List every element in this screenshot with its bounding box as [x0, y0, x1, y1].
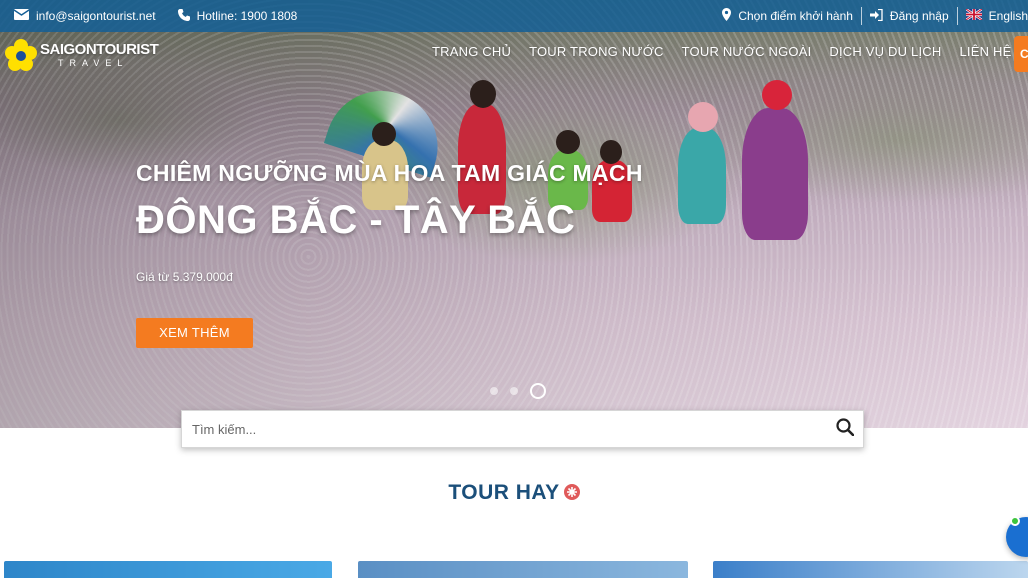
- search-icon: [836, 417, 855, 441]
- search-box: [181, 410, 864, 448]
- nav-item-domestic-tours[interactable]: TOUR TRONG NƯỚC: [529, 44, 664, 59]
- contact-info: info@saigontourist.net Hotline: 1900 180…: [13, 0, 298, 32]
- nav-extra-button[interactable]: C: [1014, 36, 1028, 72]
- section-heading: TOUR HAY: [0, 481, 1028, 505]
- departure-selector[interactable]: Chọn điểm khởi hành: [722, 8, 853, 24]
- child-figure: [742, 80, 808, 240]
- slider-dot-1[interactable]: [490, 387, 498, 395]
- site-logo[interactable]: SAIGONTOURIST TRAVEL: [4, 36, 159, 74]
- slide-title: ĐÔNG BẮC - TÂY BẮC: [136, 198, 576, 242]
- search-input[interactable]: [182, 411, 827, 447]
- uk-flag-icon: [964, 8, 983, 23]
- hotline-link[interactable]: Hotline: 1900 1808: [177, 8, 298, 24]
- nav-item-contact[interactable]: LIÊN HỆ: [959, 44, 1011, 59]
- slide-subtitle: CHIÊM NGƯỠNG MÙA HOA TAM GIÁC MẠCH: [136, 160, 643, 186]
- slider-dot-2[interactable]: [510, 387, 518, 395]
- sign-in-icon: [869, 8, 883, 24]
- login-link[interactable]: Đăng nhập: [869, 8, 949, 24]
- login-text: Đăng nhập: [889, 9, 949, 23]
- envelope-icon: [13, 9, 30, 23]
- divider: [956, 7, 958, 25]
- top-bar: info@saigontourist.net Hotline: 1900 180…: [0, 0, 1028, 32]
- nav-item-travel-services[interactable]: DỊCH VỤ DU LỊCH: [829, 44, 941, 59]
- slider-pagination: [490, 383, 546, 399]
- map-marker-icon: [722, 8, 732, 24]
- online-status-icon: [1010, 516, 1020, 526]
- tour-card-2[interactable]: [358, 561, 688, 578]
- divider: [860, 7, 862, 25]
- email-text: info@saigontourist.net: [36, 9, 156, 23]
- logo-brand: SAIGONTOURIST: [40, 41, 159, 58]
- slider-dot-3-active[interactable]: [530, 383, 546, 399]
- chat-button[interactable]: [1006, 516, 1028, 557]
- tour-card-3[interactable]: [713, 561, 1028, 578]
- section-badge-icon: [563, 484, 580, 500]
- child-figure: [678, 102, 726, 224]
- hotline-text: Hotline: 1900 1808: [196, 9, 298, 23]
- language-text: English: [988, 9, 1028, 23]
- logo-text: SAIGONTOURIST TRAVEL: [40, 41, 159, 68]
- main-nav: TRANG CHỦ TOUR TRONG NƯỚC TOUR NƯỚC NGOÀ…: [432, 44, 1011, 59]
- nav-item-international-tours[interactable]: TOUR NƯỚC NGOÀI: [682, 44, 812, 59]
- top-bar-actions: Chọn điểm khởi hành Đăng nhập English: [722, 0, 1028, 32]
- logo-sub: TRAVEL: [58, 58, 129, 68]
- nav-item-home[interactable]: TRANG CHỦ: [432, 44, 511, 59]
- section-title: TOUR HAY: [448, 481, 560, 504]
- view-more-button[interactable]: XEM THÊM: [136, 318, 253, 348]
- phone-icon: [177, 8, 190, 24]
- language-selector[interactable]: English: [964, 8, 1028, 23]
- email-link[interactable]: info@saigontourist.net: [13, 9, 156, 23]
- logo-flower-icon: [4, 38, 38, 72]
- search-button[interactable]: [827, 411, 863, 447]
- departure-text: Chọn điểm khởi hành: [738, 9, 853, 23]
- tour-card-1[interactable]: [4, 561, 332, 578]
- slide-price: Giá từ 5.379.000đ: [136, 270, 233, 284]
